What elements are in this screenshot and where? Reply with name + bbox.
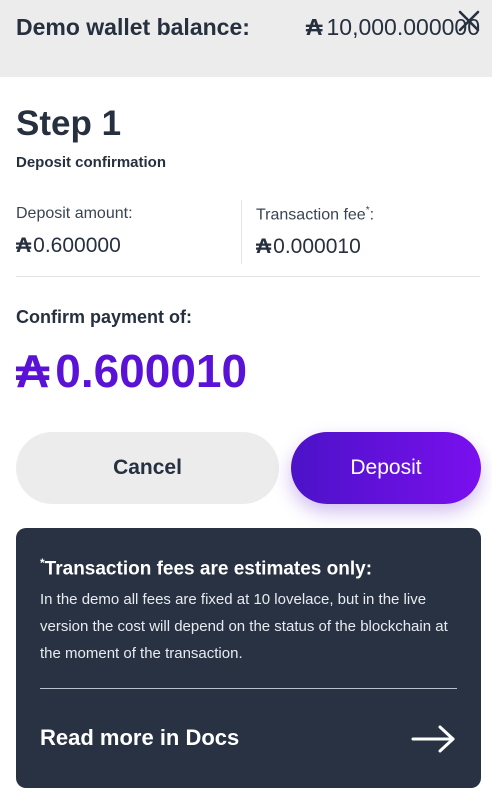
info-title: Transaction fees are estimates only: (44, 558, 373, 580)
transaction-fee-value-group: ₳0.000010 (256, 235, 480, 259)
amounts-summary: Deposit amount: ₳0.600000 Transaction fe… (16, 200, 480, 277)
read-docs-label: Read more in Docs (40, 725, 240, 750)
step-title: Step 1 (16, 104, 122, 143)
transaction-fee-label: Transaction fee (256, 206, 366, 224)
transaction-fee-label-group: Transaction fee*: (256, 205, 480, 224)
confirm-payment-value: 0.600010 (55, 345, 248, 397)
wallet-balance-bar: Demo wallet balance: ₳ 10,000.000000 (0, 0, 492, 77)
fee-info-card: *Transaction fees are estimates only: In… (16, 528, 481, 788)
transaction-fee-value: 0.000010 (273, 235, 361, 259)
info-title-group: *Transaction fees are estimates only: (40, 556, 372, 580)
cancel-button[interactable]: Cancel (16, 432, 279, 504)
balance-value-group: ₳ 10,000.000000 (306, 14, 480, 41)
confirm-payment-amount: ₳ 0.600010 (16, 344, 247, 398)
info-divider (40, 688, 457, 689)
deposit-button[interactable]: Deposit (291, 432, 481, 504)
ada-symbol: ₳ (305, 14, 323, 40)
deposit-amount-value-group: ₳0.600000 (16, 234, 241, 258)
read-docs-link[interactable]: Read more in Docs (40, 714, 457, 764)
close-icon[interactable] (456, 8, 482, 34)
balance-label: Demo wallet balance: (16, 14, 250, 40)
ada-symbol: ₳ (16, 345, 50, 397)
confirm-payment-label: Confirm payment of: (16, 307, 193, 327)
arrow-right-icon (411, 725, 455, 753)
transaction-fee-block: Transaction fee*: ₳0.000010 (256, 200, 480, 264)
info-body: In the demo all fees are fixed at 10 lov… (40, 591, 448, 662)
deposit-amount-block: Deposit amount: ₳0.600000 (16, 200, 242, 264)
ada-symbol: ₳ (16, 234, 32, 257)
deposit-amount-value: 0.600000 (33, 234, 121, 257)
transaction-fee-colon: : (369, 206, 375, 224)
deposit-amount-label: Deposit amount: (16, 205, 133, 222)
step-subtitle: Deposit confirmation (16, 154, 167, 171)
ada-symbol: ₳ (256, 235, 272, 259)
